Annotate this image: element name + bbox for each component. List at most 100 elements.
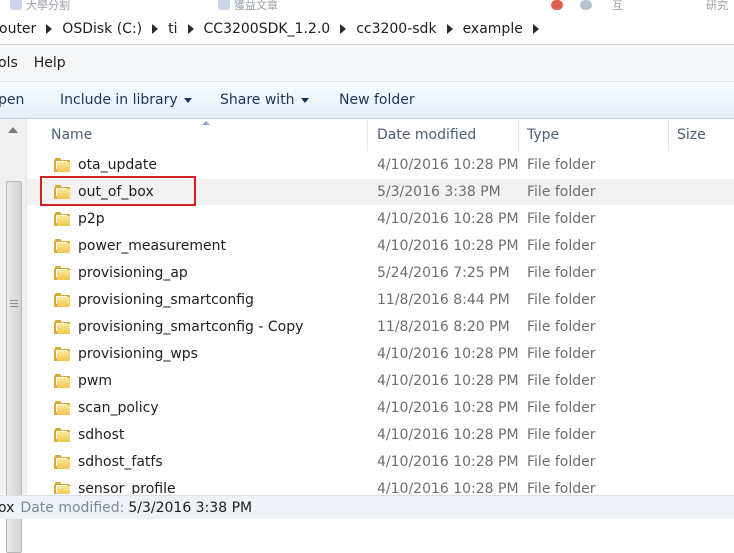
- file-row[interactable]: sensor_profile 4/10/2016 10:28 PM File f…: [27, 476, 734, 494]
- navigation-pane-scrollbar[interactable]: [0, 119, 27, 553]
- breadcrumb-item[interactable]: outer: [0, 21, 62, 37]
- breadcrumb-label[interactable]: CC3200SDK_1.2.0: [204, 21, 331, 37]
- open-button[interactable]: pen: [0, 92, 24, 108]
- folder-icon: [54, 293, 70, 307]
- menu-bar: ols Help: [0, 45, 734, 82]
- chevron-right-icon[interactable]: [152, 24, 159, 34]
- file-name[interactable]: out_of_box: [78, 184, 154, 200]
- file-date: 4/10/2016 10:28 PM: [377, 211, 519, 227]
- status-bar: ox Date modified: 5/3/2016 3:38 PM: [0, 495, 734, 519]
- chevron-right-icon[interactable]: [340, 24, 347, 34]
- folder-icon: [54, 455, 70, 469]
- folder-icon: [54, 347, 70, 361]
- bookmark-item[interactable]: 互: [612, 0, 623, 13]
- status-item-name: ox: [0, 499, 15, 516]
- file-name[interactable]: sensor_profile: [78, 481, 176, 494]
- heart-icon[interactable]: [551, 0, 563, 10]
- file-type: File folder: [527, 292, 596, 308]
- share-with-label: Share with: [220, 92, 295, 108]
- file-name[interactable]: sdhost: [78, 427, 124, 443]
- bookmark-item[interactable]: 研究: [706, 0, 728, 13]
- new-folder-button[interactable]: New folder: [339, 92, 415, 108]
- menu-help[interactable]: Help: [34, 55, 66, 71]
- file-row[interactable]: pwm 4/10/2016 10:28 PM File folder: [27, 368, 734, 394]
- file-name[interactable]: provisioning_wps: [78, 346, 198, 362]
- address-bar[interactable]: outer OSDisk (C:) ti CC3200SDK_1.2.0 cc3…: [0, 14, 734, 45]
- file-name[interactable]: power_measurement: [78, 238, 226, 254]
- file-row[interactable]: ota_update 4/10/2016 10:28 PM File folde…: [27, 152, 734, 178]
- file-name[interactable]: pwm: [78, 373, 112, 389]
- file-type: File folder: [527, 346, 596, 362]
- file-row[interactable]: provisioning_smartconfig - Copy 11/8/201…: [27, 314, 734, 340]
- breadcrumb-label[interactable]: cc3200-sdk: [356, 21, 436, 37]
- column-divider[interactable]: [518, 119, 519, 151]
- menu-tools[interactable]: ols: [0, 55, 18, 71]
- folder-icon: [54, 266, 70, 280]
- file-row[interactable]: scan_policy 4/10/2016 10:28 PM File fold…: [27, 395, 734, 421]
- file-type: File folder: [527, 319, 596, 335]
- column-header-date-modified[interactable]: Date modified: [377, 127, 476, 143]
- column-header-row: Name Date modified Type Size: [27, 119, 734, 151]
- file-name[interactable]: p2p: [78, 211, 105, 227]
- chevron-right-icon[interactable]: [187, 24, 194, 34]
- file-row-selected[interactable]: out_of_box 5/3/2016 3:38 PM File folder: [27, 179, 734, 205]
- chevron-right-icon[interactable]: [46, 24, 53, 34]
- breadcrumb-item[interactable]: CC3200SDK_1.2.0: [204, 21, 357, 37]
- dropdown-arrow-icon: [300, 97, 309, 103]
- file-row[interactable]: provisioning_wps 4/10/2016 10:28 PM File…: [27, 341, 734, 367]
- column-divider[interactable]: [367, 119, 368, 151]
- file-date: 4/10/2016 10:28 PM: [377, 238, 519, 254]
- folder-icon: [54, 482, 70, 494]
- file-name[interactable]: provisioning_ap: [78, 265, 188, 281]
- column-divider[interactable]: [668, 119, 669, 151]
- bookmark-item[interactable]: 大學分割: [26, 0, 70, 13]
- file-row[interactable]: provisioning_smartconfig 11/8/2016 8:44 …: [27, 287, 734, 313]
- file-name[interactable]: provisioning_smartconfig: [78, 292, 254, 308]
- file-date: 5/3/2016 3:38 PM: [377, 184, 501, 200]
- file-type: File folder: [527, 265, 596, 281]
- top-strip: 大學分割 獲益文章 互 研究: [0, 0, 734, 15]
- chevron-right-icon[interactable]: [532, 24, 539, 34]
- file-date: 4/10/2016 10:28 PM: [377, 454, 519, 470]
- file-row[interactable]: sdhost 4/10/2016 10:28 PM File folder: [27, 422, 734, 448]
- file-row[interactable]: p2p 4/10/2016 10:28 PM File folder: [27, 206, 734, 232]
- file-type: File folder: [527, 400, 596, 416]
- breadcrumb-item[interactable]: ti: [168, 21, 203, 37]
- grip-line: [10, 303, 18, 304]
- bookmark-icon[interactable]: [10, 0, 22, 10]
- column-header-name[interactable]: Name: [51, 127, 92, 143]
- chevron-right-icon[interactable]: [446, 24, 453, 34]
- breadcrumb-item[interactable]: example: [463, 21, 549, 37]
- dropdown-arrow-icon: [183, 97, 192, 103]
- file-name[interactable]: ota_update: [78, 157, 157, 173]
- share-with-button[interactable]: Share with: [220, 92, 309, 108]
- bookmark-icon[interactable]: [218, 0, 230, 10]
- file-date: 11/8/2016 8:20 PM: [377, 319, 510, 335]
- include-in-library-button[interactable]: Include in library: [60, 92, 192, 108]
- user-icon[interactable]: [580, 0, 592, 10]
- breadcrumb-label[interactable]: OSDisk (C:): [62, 21, 142, 37]
- file-name[interactable]: scan_policy: [78, 400, 159, 416]
- file-row[interactable]: provisioning_ap 5/24/2016 7:25 PM File f…: [27, 260, 734, 286]
- bookmark-item[interactable]: 獲益文章: [234, 0, 278, 13]
- file-name[interactable]: sdhost_fatfs: [78, 454, 163, 470]
- folder-icon: [54, 239, 70, 253]
- column-header-type[interactable]: Type: [527, 127, 559, 143]
- breadcrumb-label[interactable]: example: [463, 21, 523, 37]
- breadcrumb-label[interactable]: ti: [168, 21, 177, 37]
- folder-icon: [54, 212, 70, 226]
- file-name[interactable]: provisioning_smartconfig - Copy: [78, 319, 303, 335]
- breadcrumb-item[interactable]: cc3200-sdk: [356, 21, 462, 37]
- scroll-up-arrow-icon[interactable]: [8, 127, 18, 133]
- grip-line: [10, 306, 18, 307]
- folder-icon: [54, 185, 70, 199]
- file-row[interactable]: sdhost_fatfs 4/10/2016 10:28 PM File fol…: [27, 449, 734, 475]
- column-header-size[interactable]: Size: [677, 127, 706, 143]
- breadcrumb-label[interactable]: outer: [0, 21, 36, 37]
- file-type: File folder: [527, 427, 596, 443]
- status-date-value: 5/3/2016 3:38 PM: [128, 499, 253, 516]
- file-row[interactable]: power_measurement 4/10/2016 10:28 PM Fil…: [27, 233, 734, 259]
- breadcrumb-item[interactable]: OSDisk (C:): [62, 21, 168, 37]
- file-type: File folder: [527, 481, 596, 494]
- folder-icon: [54, 401, 70, 415]
